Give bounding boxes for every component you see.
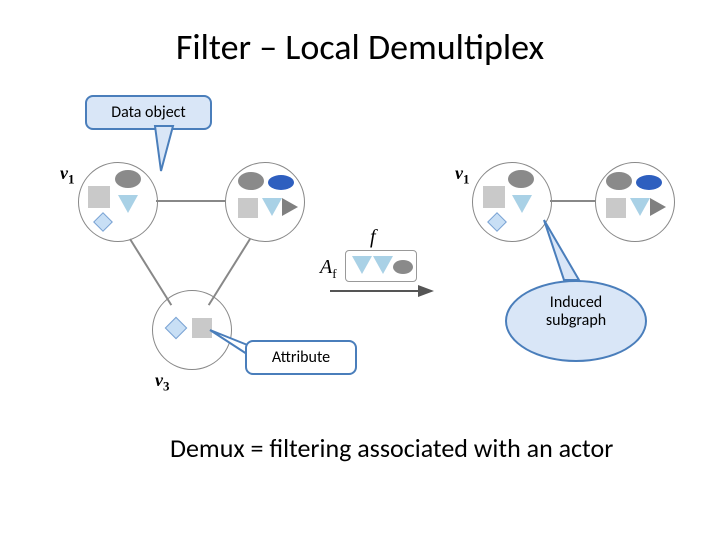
edge: [208, 238, 251, 305]
shape-triangle: [630, 198, 650, 216]
shape-triangle: [352, 256, 372, 274]
edge: [129, 238, 172, 305]
shape-oval: [238, 172, 264, 190]
shape-oval: [508, 170, 534, 188]
callout-attribute: Attribute: [245, 340, 357, 375]
callout-data-object-label: Data object: [111, 103, 186, 122]
arrow-line: [330, 290, 420, 292]
shape-triangle-right: [650, 198, 666, 216]
shape-oval: [606, 172, 632, 190]
arrow-head-icon: [418, 285, 434, 297]
shape-oval-blue: [636, 175, 662, 190]
label-f: f: [370, 226, 376, 249]
label-v1-left: v1: [60, 163, 75, 188]
shape-square: [483, 186, 505, 208]
caption: Demux = filtering associated with an act…: [170, 432, 613, 464]
edge: [156, 200, 226, 202]
shape-triangle: [262, 198, 282, 216]
shape-triangle: [373, 256, 393, 274]
callout-data-object: Data object: [85, 95, 212, 130]
callout-induced-subgraph: Induced subgraph: [505, 280, 647, 362]
shape-oval: [393, 260, 413, 274]
label-v3-left: v3: [155, 370, 170, 395]
shape-triangle: [512, 195, 532, 213]
shape-square: [88, 186, 110, 208]
shape-triangle-right: [282, 198, 298, 216]
edge: [550, 200, 596, 202]
shape-square: [606, 198, 626, 218]
shape-square: [238, 198, 258, 218]
shape-triangle: [118, 195, 138, 213]
label-v1-right: v1: [455, 163, 470, 188]
shape-oval-blue: [268, 175, 294, 190]
label-af: Af: [320, 256, 337, 282]
shape-oval: [115, 170, 141, 188]
shape-square: [192, 318, 212, 338]
callout-attribute-label: Attribute: [272, 348, 330, 367]
callout-data-object-tail: [155, 126, 185, 176]
callout-induced-label: Induced subgraph: [546, 293, 606, 330]
page-title: Filter – Local Demultiplex: [0, 25, 720, 69]
